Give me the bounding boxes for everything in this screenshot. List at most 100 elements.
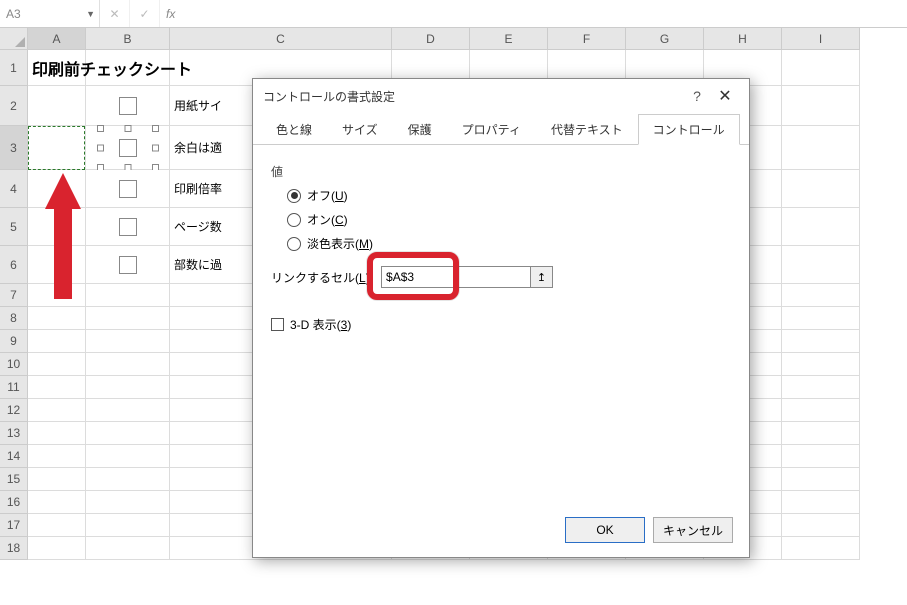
row-header[interactable]: 4	[0, 170, 28, 208]
cell[interactable]	[86, 399, 170, 422]
cell[interactable]	[86, 307, 170, 330]
row-header[interactable]: 13	[0, 422, 28, 445]
cell[interactable]	[86, 491, 170, 514]
cell[interactable]	[782, 307, 860, 330]
cell[interactable]	[86, 445, 170, 468]
cell[interactable]	[28, 422, 86, 445]
row-header[interactable]: 3	[0, 126, 28, 170]
cell[interactable]	[782, 126, 860, 170]
cell[interactable]	[782, 445, 860, 468]
tab-0[interactable]: 色と線	[261, 114, 327, 145]
cell[interactable]	[782, 284, 860, 307]
cell[interactable]	[782, 514, 860, 537]
tab-3[interactable]: プロパティ	[447, 114, 536, 145]
form-checkbox[interactable]	[119, 218, 137, 236]
refedit-button[interactable]: ↥	[531, 266, 553, 288]
cell[interactable]	[28, 376, 86, 399]
radio-mixed[interactable]: 淡色表示(M)	[287, 235, 731, 252]
row-header[interactable]: 14	[0, 445, 28, 468]
selection-handle[interactable]	[97, 144, 104, 151]
cell[interactable]	[28, 330, 86, 353]
cell[interactable]	[782, 330, 860, 353]
column-header[interactable]: D	[392, 28, 470, 50]
row-header[interactable]: 2	[0, 86, 28, 126]
cell[interactable]	[86, 246, 170, 284]
row-header[interactable]: 7	[0, 284, 28, 307]
tab-2[interactable]: 保護	[393, 114, 447, 145]
radio-off[interactable]: オフ(U)	[287, 187, 731, 204]
cell[interactable]	[86, 537, 170, 560]
cell[interactable]	[782, 537, 860, 560]
cell[interactable]	[782, 422, 860, 445]
cell[interactable]	[28, 468, 86, 491]
row-header[interactable]: 16	[0, 491, 28, 514]
cell[interactable]	[86, 514, 170, 537]
tab-1[interactable]: サイズ	[327, 114, 393, 145]
row-header[interactable]: 10	[0, 353, 28, 376]
cell[interactable]	[28, 307, 86, 330]
selection-handle[interactable]	[152, 144, 159, 151]
form-checkbox[interactable]	[119, 180, 137, 198]
close-icon[interactable]: ✕	[711, 86, 739, 106]
row-header[interactable]: 12	[0, 399, 28, 422]
selection-handle[interactable]	[97, 125, 104, 132]
select-all-corner[interactable]	[0, 28, 28, 50]
cell[interactable]	[86, 208, 170, 246]
cell[interactable]	[86, 376, 170, 399]
cell[interactable]	[28, 399, 86, 422]
cell[interactable]	[28, 514, 86, 537]
column-header[interactable]: E	[470, 28, 548, 50]
cell[interactable]	[782, 376, 860, 399]
cell[interactable]	[28, 491, 86, 514]
row-header[interactable]: 15	[0, 468, 28, 491]
cell[interactable]	[782, 170, 860, 208]
cell[interactable]	[28, 86, 86, 126]
name-box[interactable]: A3 ▼	[0, 0, 100, 27]
cell[interactable]: 印刷前チェックシート	[28, 50, 86, 86]
cell-link-input[interactable]	[381, 266, 531, 288]
fx-label[interactable]: fx	[166, 7, 175, 21]
cell[interactable]	[782, 491, 860, 514]
cancel-button[interactable]: キャンセル	[653, 517, 733, 543]
radio-on[interactable]: オン(C)	[287, 211, 731, 228]
help-icon[interactable]: ?	[683, 88, 711, 104]
row-header[interactable]: 11	[0, 376, 28, 399]
row-header[interactable]: 17	[0, 514, 28, 537]
cell[interactable]	[28, 537, 86, 560]
ok-button[interactable]: OK	[565, 517, 645, 543]
cell[interactable]	[782, 246, 860, 284]
three-d-checkbox[interactable]: 3-D 表示(3)	[271, 316, 731, 333]
form-checkbox[interactable]	[119, 256, 137, 274]
cell[interactable]	[782, 50, 860, 86]
cell[interactable]	[28, 445, 86, 468]
tab-4[interactable]: 代替テキスト	[536, 114, 638, 145]
row-header[interactable]: 6	[0, 246, 28, 284]
row-header[interactable]: 18	[0, 537, 28, 560]
form-checkbox-selected[interactable]	[100, 128, 156, 168]
cell[interactable]	[782, 86, 860, 126]
column-header[interactable]: I	[782, 28, 860, 50]
row-header[interactable]: 5	[0, 208, 28, 246]
column-header[interactable]: C	[170, 28, 392, 50]
row-header[interactable]: 9	[0, 330, 28, 353]
cell[interactable]	[782, 353, 860, 376]
selection-handle[interactable]	[152, 125, 159, 132]
cell[interactable]	[86, 353, 170, 376]
column-header[interactable]: A	[28, 28, 86, 50]
cell[interactable]	[86, 86, 170, 126]
selection-handle[interactable]	[124, 125, 131, 132]
form-checkbox[interactable]	[119, 97, 137, 115]
cell[interactable]	[28, 126, 86, 170]
cell[interactable]	[782, 468, 860, 491]
row-header[interactable]: 1	[0, 50, 28, 86]
column-header[interactable]: H	[704, 28, 782, 50]
cell[interactable]	[86, 330, 170, 353]
cell[interactable]	[86, 422, 170, 445]
column-header[interactable]: B	[86, 28, 170, 50]
column-header[interactable]: G	[626, 28, 704, 50]
cell[interactable]	[86, 170, 170, 208]
column-header[interactable]: F	[548, 28, 626, 50]
row-header[interactable]: 8	[0, 307, 28, 330]
cell[interactable]	[782, 208, 860, 246]
cell[interactable]	[86, 468, 170, 491]
